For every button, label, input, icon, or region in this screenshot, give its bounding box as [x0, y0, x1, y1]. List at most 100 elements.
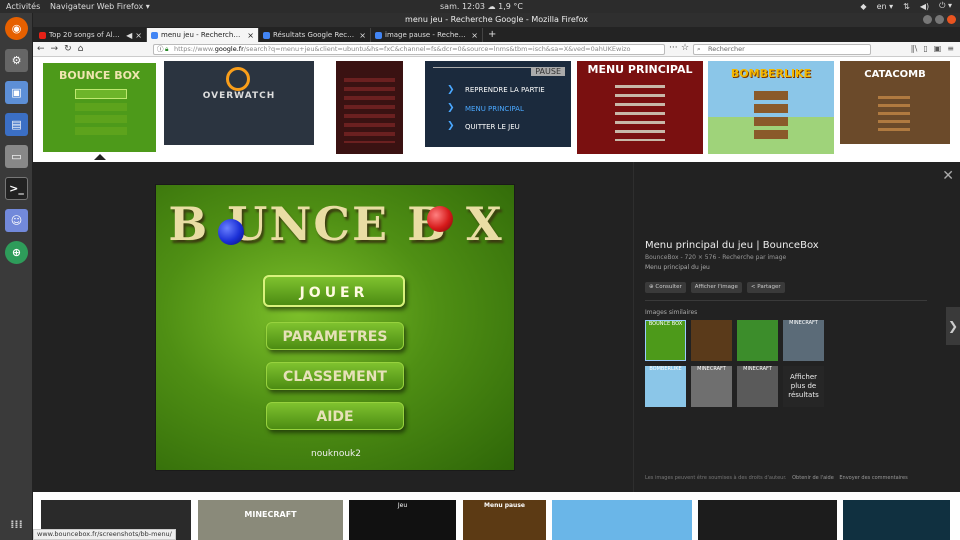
audio-icon[interactable]: ◀: [126, 31, 132, 40]
close-tab-icon[interactable]: ×: [135, 31, 142, 40]
feedback-link[interactable]: Envoyer des commentaires: [839, 475, 907, 481]
image-thumbnail[interactable]: MINECRAFT: [198, 500, 343, 540]
image-thumbnail[interactable]: PAUSE REPRENDRE LA PARTIE MENU PRINCIPAL…: [425, 61, 571, 147]
sidebar-icon[interactable]: ▯: [923, 44, 927, 53]
preview-image[interactable]: B UNCE B X JOUER PARAMETRES CLASSEMENT A…: [155, 184, 515, 471]
similar-image[interactable]: MINECRAFT: [783, 320, 824, 361]
app-menu[interactable]: Navigateur Web Firefox ▾: [50, 2, 150, 11]
image-thumbnail[interactable]: BOUNCE BOX: [41, 61, 158, 154]
clock-time: sam. 12:03: [440, 2, 486, 11]
similar-image[interactable]: [737, 320, 778, 361]
page-actions-icon[interactable]: ···: [669, 43, 678, 53]
files-icon[interactable]: ▭: [5, 145, 28, 168]
player-nickname: nouknouk2: [311, 449, 361, 459]
back-icon[interactable]: ←: [37, 44, 45, 54]
image-thumbnail[interactable]: Menu pause: [463, 500, 546, 540]
network-icon[interactable]: ⇅: [903, 2, 910, 11]
close-tab-icon[interactable]: ×: [247, 31, 254, 40]
weather-icon: ☁: [487, 2, 499, 11]
visit-button[interactable]: ⊕ Consulter: [645, 282, 686, 293]
share-label: Partager: [757, 284, 781, 290]
forward-icon[interactable]: →: [51, 44, 59, 54]
tab-resultats[interactable]: Résultats Google Recher ×: [259, 28, 371, 42]
settings-icon[interactable]: ⚙: [5, 49, 28, 72]
home-icon[interactable]: ⌂: [78, 44, 84, 54]
next-image-button[interactable]: ❯: [946, 307, 960, 345]
activities-button[interactable]: Activités: [6, 2, 40, 11]
bookmark-star-icon[interactable]: ☆: [681, 43, 689, 53]
firefox-icon[interactable]: ◉: [5, 17, 28, 40]
help-link[interactable]: Obtenir de l'aide: [792, 475, 834, 481]
tab-label: menu jeu - Recherche Goo: [161, 31, 244, 39]
terminal-icon[interactable]: >_: [5, 177, 28, 200]
image-description: Menu principal du jeu: [645, 264, 710, 271]
minimize-button[interactable]: [923, 15, 932, 24]
thumbnail-label: BOMBERLIKE: [730, 67, 812, 80]
image-thumbnail[interactable]: [698, 500, 837, 540]
volume-icon[interactable]: ◀): [920, 2, 929, 11]
similar-image[interactable]: BOMBERLIKE: [645, 366, 686, 407]
maximize-button[interactable]: [935, 15, 944, 24]
game-logo: B UNCE B X: [168, 197, 504, 251]
show-apps-icon[interactable]: ⁞⁞⁞: [5, 513, 28, 536]
image-thumbnail[interactable]: [336, 61, 403, 154]
info-icon[interactable]: ⓘ: [157, 45, 164, 54]
image-thumbnail[interactable]: CATACOMB: [840, 61, 950, 144]
search-bar[interactable]: ⌕ Rechercher: [693, 44, 871, 55]
navigation-toolbar: ← → ↻ ⌂ ⓘ 🔒︎ https://www.google.fr/searc…: [33, 42, 960, 57]
status-bar-url: www.bouncebox.fr/screenshots/bb-menu/: [33, 529, 176, 540]
youtube-icon: [39, 31, 46, 39]
library-icon[interactable]: ∥\: [911, 44, 918, 53]
close-tab-icon[interactable]: ×: [471, 31, 478, 40]
similar-image[interactable]: MINECRAFT: [691, 366, 732, 407]
document-icon[interactable]: ▤: [5, 113, 28, 136]
search-icon: ⌕: [697, 45, 701, 53]
view-image-button[interactable]: Afficher l'image: [690, 282, 742, 293]
settings-button: PARAMETRES: [266, 322, 404, 350]
tab-label: Résultats Google Recher: [273, 31, 357, 39]
thumbnail-label: CATACOMB: [864, 69, 926, 80]
image-thumbnail[interactable]: BOMBERLIKE: [708, 61, 834, 154]
similar-label: MINECRAFT: [743, 366, 772, 372]
url-bar[interactable]: ⓘ 🔒︎ https://www.google.fr/search?q=menu…: [153, 44, 665, 55]
thumb-menu-bar: [75, 89, 127, 99]
image-thumbnail[interactable]: [552, 500, 692, 540]
language-selector[interactable]: en ▾: [877, 2, 894, 11]
thumb-sign-post: [754, 91, 788, 143]
dropbox-icon[interactable]: ◆: [860, 2, 866, 11]
new-tab-button[interactable]: +: [483, 28, 501, 42]
extension-icon[interactable]: ▣: [934, 44, 942, 53]
power-icon[interactable]: ⏻ ▾: [939, 1, 952, 11]
close-icon[interactable]: ✕: [942, 168, 954, 184]
close-window-button[interactable]: [947, 15, 956, 24]
chevron-right-icon: ❯: [447, 121, 455, 131]
tab-image-pause[interactable]: image pause - Recherche ×: [371, 28, 483, 42]
share-button[interactable]: < Partager: [746, 282, 785, 293]
similar-image[interactable]: MINECRAFT: [737, 366, 778, 407]
overwatch-logo-icon: [226, 67, 250, 91]
discord-icon[interactable]: ☺: [5, 209, 28, 232]
selection-pointer: [94, 154, 106, 160]
virtualbox-icon[interactable]: ▣: [5, 81, 28, 104]
tab-youtube[interactable]: Top 20 songs of Alan W ◀ ×: [35, 28, 147, 42]
url-domain: google.fr: [214, 45, 244, 53]
reload-icon[interactable]: ↻: [64, 44, 72, 54]
image-thumbnail[interactable]: Jeu: [349, 500, 456, 540]
thumb-divider: [433, 67, 553, 68]
red-ball-icon: [427, 206, 453, 232]
more-results-button[interactable]: Afficher plus de résultats: [783, 366, 824, 407]
system-clock[interactable]: sam. 12:03 ☁ 1,9 °C: [440, 2, 523, 11]
menu-icon[interactable]: ≡: [947, 44, 954, 53]
tab-label: image pause - Recherche: [385, 31, 469, 39]
similar-images-heading[interactable]: Images similaires: [645, 309, 697, 316]
similar-image[interactable]: BOUNCE BOX: [645, 320, 686, 361]
image-title-link[interactable]: Menu principal du jeu | BounceBox: [645, 240, 819, 251]
image-thumbnail[interactable]: [843, 500, 950, 540]
close-tab-icon[interactable]: ×: [359, 31, 366, 40]
tab-menu-jeu[interactable]: menu jeu - Recherche Goo ×: [147, 28, 259, 42]
image-thumbnail[interactable]: OVERWATCH: [164, 61, 314, 145]
globe-icon[interactable]: ⊕: [5, 241, 28, 264]
ranking-button: CLASSEMENT: [266, 362, 404, 390]
image-thumbnail[interactable]: MENU PRINCIPAL: [577, 61, 703, 154]
similar-image[interactable]: [691, 320, 732, 361]
